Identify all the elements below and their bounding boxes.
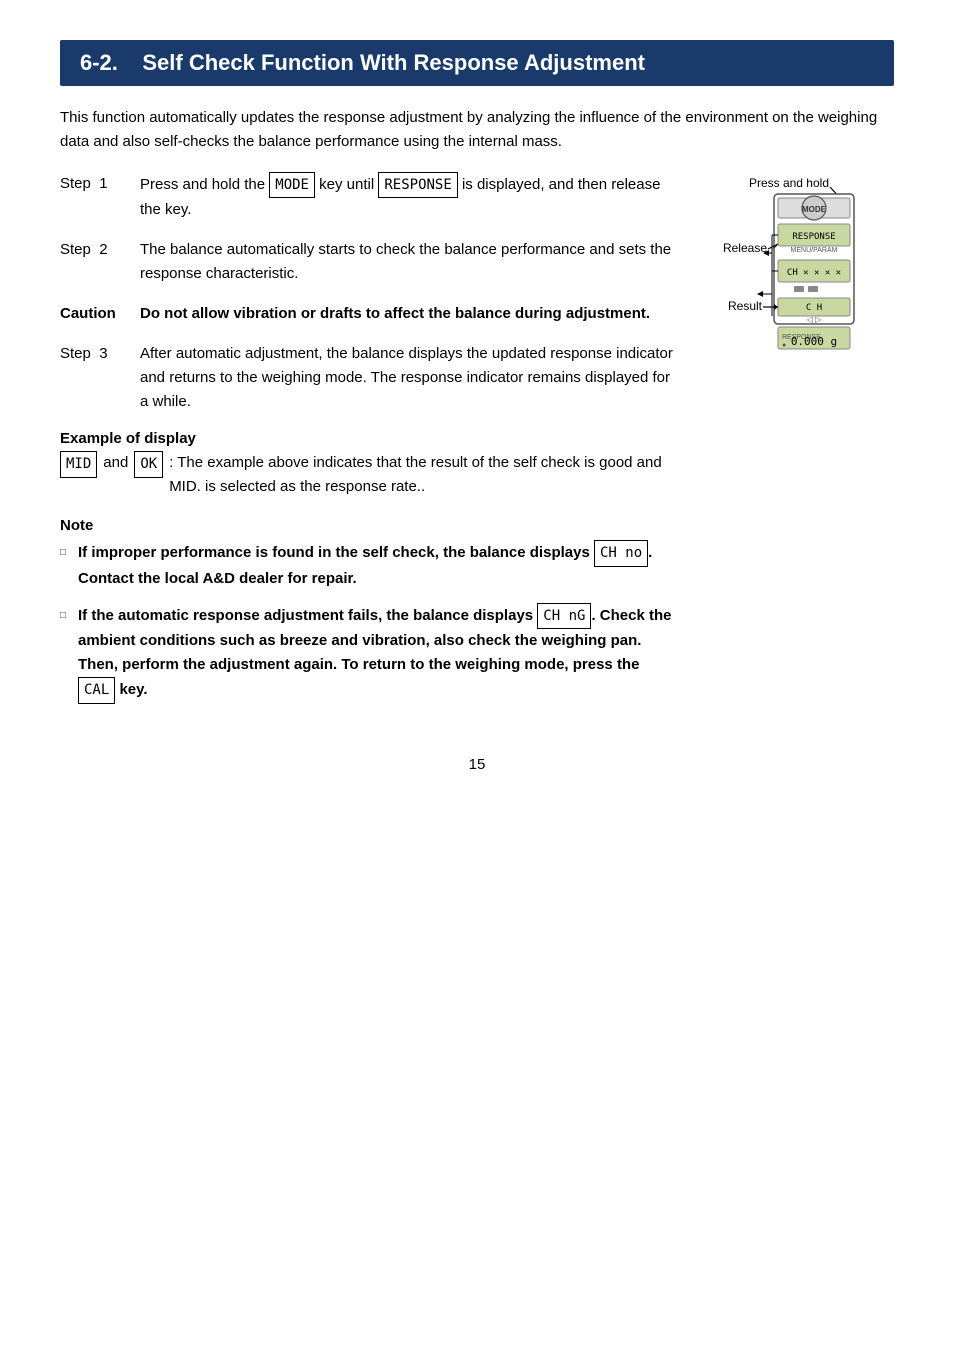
example-line: MID and OK : The example above indicates… <box>60 451 674 499</box>
svg-text:Release: Release <box>723 241 767 255</box>
right-diagram: Press and hold MODE RESPONSE MENU/PARAM … <box>694 172 894 716</box>
example-section: Example of display MID and OK : The exam… <box>60 430 674 499</box>
diagram-svg: Press and hold MODE RESPONSE MENU/PARAM … <box>694 172 894 522</box>
note-section: Note □ If improper performance is found … <box>60 517 674 703</box>
section-header: 6-2. Self Check Function With Response A… <box>60 40 894 86</box>
step-1-label: Step 1 <box>60 172 140 222</box>
step-2-label: Step 2 <box>60 238 140 286</box>
content-area: Step 1 Press and hold the MODE key until… <box>60 172 894 716</box>
step-3-label: Step 3 <box>60 342 140 414</box>
step-2-text: The balance automatically starts to chec… <box>140 238 674 286</box>
svg-text:◁ ▷: ◁ ▷ <box>807 315 822 324</box>
press-hold-text: Press and hold <box>749 176 829 190</box>
note-label: Note <box>60 517 674 534</box>
note-text-2: If the automatic response adjustment fai… <box>78 603 674 704</box>
svg-text:Result: Result <box>728 299 763 313</box>
svg-text:RESPONSE: RESPONSE <box>792 232 835 242</box>
bullet-2: □ <box>60 608 78 624</box>
svg-text:MODE: MODE <box>802 205 827 214</box>
svg-text:MENU/PARAM: MENU/PARAM <box>791 247 838 254</box>
svg-text:C H: C H <box>806 303 822 313</box>
step-3-text: After automatic adjustment, the balance … <box>140 342 674 414</box>
step-1-row: Step 1 Press and hold the MODE key until… <box>60 172 674 222</box>
ch-ng-box: CH nG <box>537 603 591 629</box>
svg-text:0.000 g: 0.000 g <box>791 335 837 348</box>
note-item-1: □ If improper performance is found in th… <box>60 540 674 590</box>
note-2-bold: If the automatic response adjustment fai… <box>78 607 537 624</box>
note-1-bold: If improper performance is found in the … <box>78 544 594 561</box>
step-2-row: Step 2 The balance automatically starts … <box>60 238 674 286</box>
section-title: Self Check Function With Response Adjust… <box>142 50 645 75</box>
example-description: : The example above indicates that the r… <box>169 451 674 499</box>
note-item-2: □ If the automatic response adjustment f… <box>60 603 674 704</box>
svg-text:CH ✕ ✕ ✕ ✕: CH ✕ ✕ ✕ ✕ <box>787 268 841 278</box>
mode-key-box: MODE <box>269 172 315 198</box>
step-1-text: Press and hold the MODE key until RESPON… <box>140 172 674 222</box>
bullet-1: □ <box>60 545 78 561</box>
ok-box: OK <box>134 451 163 477</box>
note-text-1: If improper performance is found in the … <box>78 540 674 590</box>
left-content: Step 1 Press and hold the MODE key until… <box>60 172 694 716</box>
step-3-row: Step 3 After automatic adjustment, the b… <box>60 342 674 414</box>
response-box: RESPONSE <box>378 172 457 198</box>
caution-label: Caution <box>60 302 140 326</box>
example-title: Example of display <box>60 430 674 447</box>
page: 6-2. Self Check Function With Response A… <box>0 0 954 1350</box>
section-number: 6-2. <box>80 50 118 75</box>
cal-box: CAL <box>78 677 115 703</box>
and-text: and <box>103 451 128 475</box>
intro-paragraph: This function automatically updates the … <box>60 106 894 154</box>
note-2-end: key. <box>115 681 147 698</box>
mid-box: MID <box>60 451 97 477</box>
svg-text:●: ● <box>782 342 786 349</box>
caution-row: Caution Do not allow vibration or drafts… <box>60 302 674 326</box>
ch-no-box: CH no <box>594 540 648 566</box>
caution-text: Do not allow vibration or drafts to affe… <box>140 302 674 326</box>
page-number: 15 <box>60 756 894 773</box>
